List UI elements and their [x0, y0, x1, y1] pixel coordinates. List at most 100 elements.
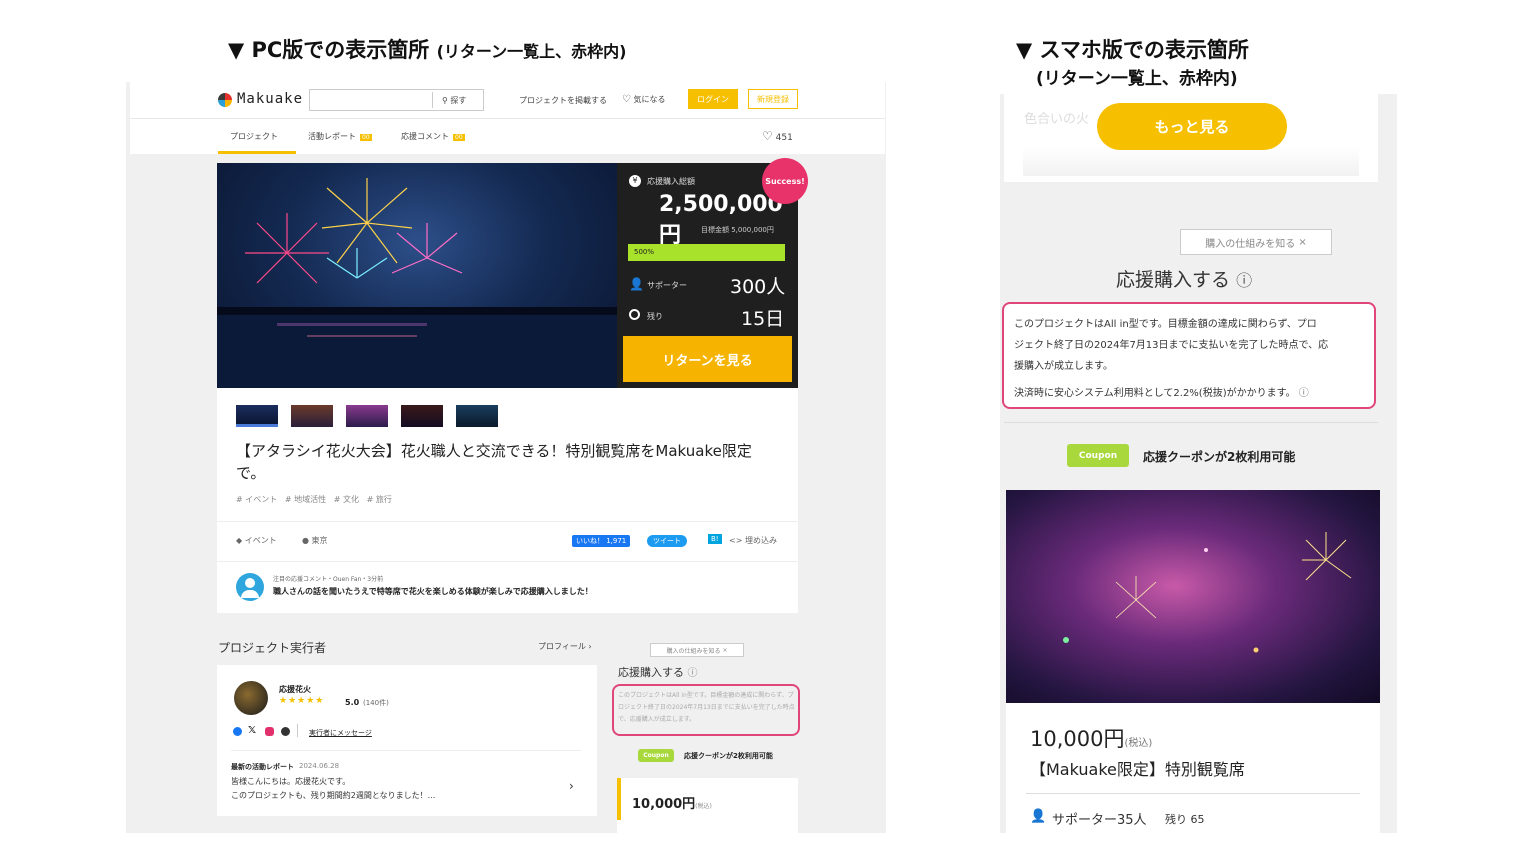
x-twitter-icon[interactable]: 𝕏: [248, 725, 256, 736]
user-icon: 👤: [629, 277, 644, 291]
coupon-badge: Coupon: [1067, 444, 1129, 467]
reflection-streak: [277, 323, 427, 326]
search-input[interactable]: ⚲ 探す: [309, 89, 484, 111]
project-title: 【アタラシイ花火大会】花火職人と交流できる！特別観覧席をMakuake限定で。: [236, 442, 752, 482]
report-line[interactable]: このプロジェクトも、残り期間約2週間となりました！...: [231, 790, 435, 801]
tag-list: # イベント # 地域活性 # 文化 # 旅行: [236, 494, 392, 505]
tab-reports[interactable]: 活動レポート 00: [308, 131, 372, 142]
tag[interactable]: # 旅行: [367, 495, 392, 504]
report-line[interactable]: 皆様こんにちは。応援花火です。: [231, 776, 350, 787]
horizon-shoreline: [217, 307, 617, 315]
hatena-bookmark-button[interactable]: B!: [708, 534, 722, 544]
tag[interactable]: # 文化: [334, 495, 359, 504]
support-heading: 応援購入する ⓘ: [1116, 269, 1253, 291]
tweet-button[interactable]: ツイート: [647, 535, 687, 547]
reflection-streak: [307, 335, 417, 337]
firework-burst-cyan: [326, 248, 388, 279]
search-button[interactable]: ⚲ 探す: [442, 95, 466, 106]
message-owner-link[interactable]: 実行者にメッセージ: [309, 728, 372, 738]
category-link[interactable]: ◆ イベント: [236, 535, 277, 546]
supporters-label: サポーター: [647, 281, 687, 290]
help-icon[interactable]: ⓘ: [1236, 271, 1252, 290]
chevron-right-icon[interactable]: ›: [569, 779, 574, 793]
fireworks-illustration: [1063, 532, 1352, 653]
reward-supporters: サポーター35人: [1052, 813, 1147, 828]
website-globe-icon[interactable]: [281, 727, 290, 736]
embed-link[interactable]: <> 埋め込み: [729, 535, 777, 546]
reward-accent-bar: [617, 778, 621, 820]
post-project-link[interactable]: プロジェクトを掲載する: [519, 95, 607, 106]
gallery-thumbnail[interactable]: [401, 405, 443, 427]
comment-text[interactable]: 職人さんの話を聞いたうえで特等席で花火を楽しめる体験が楽しみで応援購入しました！: [273, 586, 593, 597]
facebook-like-button[interactable]: いいね！ 1,971: [572, 535, 631, 547]
see-returns-button[interactable]: リターンを見る: [623, 336, 792, 382]
favorites-link[interactable]: ♡ 気になる: [622, 94, 666, 105]
reward-remaining: 残り 65: [1165, 813, 1205, 826]
coupon-text: 応援クーポンが2枚利用可能: [684, 752, 773, 760]
tag[interactable]: # 地域活性: [285, 495, 326, 504]
mobile-caption-main: ▼ スマホ版での表示箇所: [1016, 38, 1249, 62]
login-button[interactable]: ログイン: [688, 89, 738, 109]
clock-icon: [629, 309, 640, 320]
notice-line: このプロジェクトはAll in型です。目標金額の達成に関わらず、プロ: [1014, 319, 1317, 330]
reward-title: 【Makuake限定】特別観覧席: [1030, 760, 1245, 779]
report-date: 2024.06.28: [299, 762, 340, 770]
location-pin-icon: ●: [302, 536, 309, 545]
register-button[interactable]: 新規登録: [748, 89, 798, 109]
owner-card: 応援花火 ★★★★★ 5.0 (140件) 𝕏 実行者にメッセージ 最新の活動レ…: [217, 665, 597, 816]
tab-project[interactable]: プロジェクト: [230, 131, 278, 142]
how-it-works-button[interactable]: 購入の仕組みを知る ×: [1180, 229, 1332, 255]
reward-info-card[interactable]: 10,000円(税込) 【Makuake限定】特別観覧席 👤 サポーター35人 …: [1006, 703, 1380, 833]
gallery-thumbnail[interactable]: [291, 405, 333, 427]
like-counter[interactable]: ♡ 451: [762, 129, 793, 143]
support-heading: 応援購入する ⓘ: [618, 666, 698, 679]
fade-overlay: [1023, 146, 1359, 176]
progress-bar: 500%: [628, 244, 785, 261]
faded-description: 色合いの火: [1024, 112, 1090, 127]
pc-caption: ▼ PC版での表示箇所 (リターン一覧上、赤枠内): [228, 34, 626, 64]
reward-price: 10,000円(税込): [632, 797, 712, 812]
yen-icon: ¥: [629, 175, 641, 187]
firework-burst-white: [1115, 576, 1157, 619]
help-icon[interactable]: ⓘ: [688, 668, 698, 679]
tab-comments[interactable]: 応援コメント 00: [401, 131, 465, 142]
mobile-caption-sub: (リターン一覧上、赤枠内): [1036, 69, 1238, 89]
firework-burst-pink: [391, 223, 463, 274]
reward-card[interactable]: 10,000円(税込): [617, 778, 798, 833]
search-icon: ⚲: [442, 96, 448, 105]
report-label: 最新の活動レポート: [231, 763, 294, 771]
review-count[interactable]: (140件): [363, 698, 389, 708]
all-in-notice: このプロジェクトはAll in型です。目標金額の達成に関わらず、プロジェクト終了…: [618, 692, 795, 723]
gallery-thumbnail[interactable]: [456, 405, 498, 427]
rating-value: 5.0: [345, 698, 360, 707]
reward-price: 10,000円(税込): [1030, 727, 1153, 751]
how-it-works-button[interactable]: 購入の仕組みを知る ×: [650, 643, 744, 657]
remaining-label: 残り: [647, 312, 663, 321]
location-link[interactable]: ● 東京: [302, 535, 328, 546]
instagram-icon[interactable]: [265, 727, 274, 736]
gallery-thumbnail[interactable]: [236, 405, 278, 427]
site-logo[interactable]: Makuake: [237, 91, 303, 107]
close-icon: ×: [1298, 236, 1307, 248]
owner-name[interactable]: 応援花火: [279, 684, 311, 695]
total-label: 応援購入総額: [647, 177, 695, 186]
pc-caption-main: ▼ PC版での表示箇所: [228, 38, 430, 62]
remaining-value: 15日: [741, 308, 785, 330]
all-in-notice-highlight: このプロジェクトはAll in型です。目標金額の達成に関わらず、プロジェクト終了…: [612, 684, 800, 736]
user-icon: 👤: [1030, 809, 1047, 824]
chevron-right-icon: ›: [588, 642, 592, 651]
profile-link[interactable]: プロフィール ›: [538, 641, 592, 652]
facebook-icon[interactable]: [233, 727, 242, 736]
project-info-panel: 【アタラシイ花火大会】花火職人と交流できる！特別観覧席をMakuake限定で。 …: [217, 388, 798, 613]
gallery-thumbnail[interactable]: [346, 405, 388, 427]
tag[interactable]: # イベント: [236, 495, 277, 504]
owner-avatar: [234, 681, 268, 715]
help-icon[interactable]: ⓘ: [1299, 388, 1309, 399]
project-hero-image[interactable]: [217, 163, 617, 388]
firework-burst-gold: [1302, 532, 1352, 581]
rating-stars-icon: ★★★★★: [279, 696, 325, 706]
show-more-button[interactable]: もっと見る: [1097, 103, 1287, 150]
reward-image[interactable]: [1006, 490, 1380, 703]
search-divider: [432, 92, 433, 108]
divider: [217, 521, 798, 522]
